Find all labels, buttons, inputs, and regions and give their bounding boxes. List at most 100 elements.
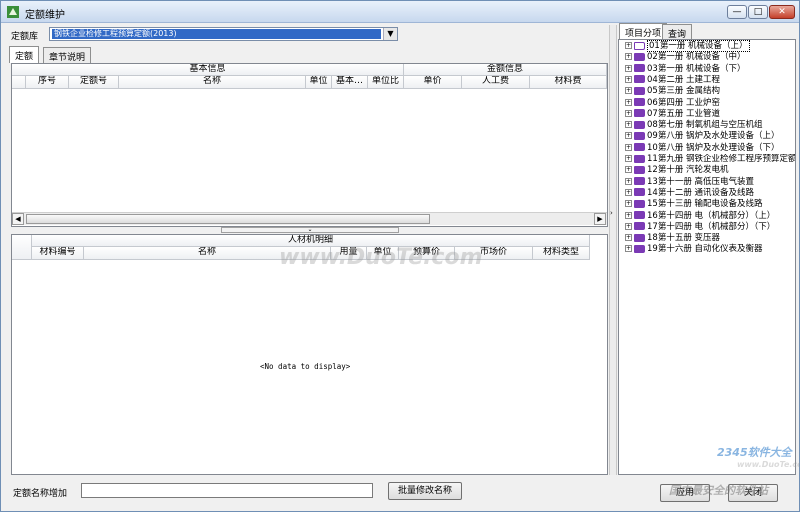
tree-item[interactable]: +12第十册 汽轮发电机 — [625, 165, 729, 176]
expand-icon[interactable]: + — [625, 53, 632, 61]
header-group-amount: 金额信息 — [404, 64, 607, 76]
tree-item[interactable]: +09第八册 锅炉及水处理设备（上） — [625, 131, 780, 142]
tree-item[interactable]: +03第一册 机械设备（下） — [625, 64, 746, 75]
column-header-quantity[interactable]: 用量 — [331, 247, 367, 260]
tab-query[interactable]: 查询 — [662, 24, 693, 40]
tree-item[interactable]: +07第五册 工业管道 — [625, 109, 720, 120]
tree-item[interactable]: +15第十三册 输配电设备及线路 — [625, 199, 763, 210]
tree-item[interactable]: +05第三册 金属结构 — [625, 86, 720, 97]
expand-icon[interactable]: + — [625, 188, 632, 196]
library-selected-value: 钢铁企业检修工程预算定额(2013) — [52, 29, 381, 39]
minimize-button[interactable]: — — [727, 5, 747, 19]
column-header-material-unit[interactable]: 单位 — [367, 247, 399, 260]
title-bar[interactable]: 定额维护 — □ ✕ — [1, 1, 799, 23]
quota-name-input[interactable] — [81, 483, 373, 498]
book-icon — [634, 188, 645, 197]
expand-icon[interactable]: + — [625, 75, 632, 83]
splitter-handle[interactable]: ⌄ — [221, 227, 399, 233]
book-icon — [634, 131, 645, 140]
close-button[interactable]: 关闭 — [728, 484, 778, 502]
expand-icon[interactable]: + — [625, 177, 632, 185]
expand-icon[interactable]: + — [625, 87, 632, 95]
tree-item[interactable]: +10第八册 锅炉及水处理设备（下） — [625, 143, 780, 154]
expand-icon[interactable]: + — [625, 109, 632, 117]
scroll-left-icon[interactable]: ◀ — [12, 213, 24, 225]
tab-project-items[interactable]: 项目分项 — [619, 23, 668, 40]
expand-icon[interactable]: + — [625, 64, 632, 72]
chevron-right-icon[interactable]: › — [610, 209, 613, 217]
book-icon — [634, 222, 645, 231]
column-header-name[interactable]: 名称 — [119, 76, 306, 89]
vertical-splitter[interactable]: › — [609, 25, 617, 475]
tab-chapter-notes[interactable]: 章节说明 — [43, 47, 92, 63]
expand-icon[interactable]: + — [625, 245, 632, 253]
expand-icon[interactable]: + — [625, 42, 632, 49]
apply-button[interactable]: 应用 — [660, 484, 710, 502]
column-header-price[interactable]: 单价 — [404, 76, 462, 89]
expand-icon[interactable]: + — [625, 121, 632, 129]
expand-icon[interactable]: + — [625, 211, 632, 219]
library-combobox[interactable]: 钢铁企业检修工程预算定额(2013) ▼ — [49, 27, 398, 41]
column-header-material-code[interactable]: 材料编号 — [32, 247, 84, 260]
tree-item[interactable]: +02第一册 机械设备（中） — [625, 52, 746, 63]
resource-detail-grid: 人材机明细 材料编号 名称 用量 单位 预算价 市场价 材料类型 — [11, 234, 608, 475]
tab-quota[interactable]: 定额 — [9, 46, 40, 63]
scroll-right-icon[interactable]: ▶ — [594, 213, 606, 225]
tree-item[interactable]: +19第十六册 自动化仪表及衡器 — [625, 244, 763, 255]
book-icon — [634, 86, 645, 95]
tree-item[interactable]: +11第九册 钢铁企业检修工程序预算定额 — [625, 154, 795, 165]
book-icon — [634, 75, 645, 84]
expand-icon[interactable]: + — [625, 143, 632, 151]
book-icon — [634, 177, 645, 186]
column-header-budget-price[interactable]: 预算价 — [399, 247, 455, 260]
tree-item[interactable]: +17第十四册 电（机械部分）（下） — [625, 222, 775, 233]
close-window-button[interactable]: ✕ — [769, 5, 795, 19]
library-label: 定额库 — [11, 32, 39, 42]
column-header-material-name[interactable]: 名称 — [84, 247, 331, 260]
book-icon — [634, 199, 645, 208]
expand-icon[interactable]: + — [625, 234, 632, 242]
column-header-unit-ratio[interactable]: 单位比 — [368, 76, 404, 89]
column-header-material-cost[interactable]: 材料费 — [530, 76, 607, 89]
book-icon — [634, 154, 645, 163]
expand-icon[interactable]: + — [625, 166, 632, 174]
tree-item[interactable]: +04第二册 土建工程 — [625, 75, 720, 86]
book-icon — [634, 98, 645, 106]
maximize-button[interactable]: □ — [748, 5, 768, 19]
book-icon — [634, 120, 645, 129]
batch-rename-button[interactable]: 批量修改名称 — [388, 482, 462, 500]
tree-item[interactable]: +13第十一册 高低压电气装置 — [625, 177, 754, 188]
tree-item[interactable]: +18第十五册 变压器 — [625, 233, 720, 244]
horizontal-scrollbar[interactable]: ◀ ▶ — [12, 212, 607, 225]
scrollbar-thumb[interactable] — [26, 214, 430, 224]
tree-item[interactable]: +08第七册 制氧机组与空压机组 — [625, 120, 763, 131]
empty-grid-message: <No data to display> — [260, 362, 351, 371]
expand-icon[interactable]: + — [625, 132, 632, 140]
tree-item[interactable]: +01第一册 机械设备（上） — [625, 40, 750, 52]
expand-icon[interactable]: + — [625, 222, 632, 230]
header-row-indicator — [12, 235, 32, 260]
expand-icon[interactable]: + — [625, 155, 632, 162]
book-icon — [634, 244, 645, 253]
column-header-unit[interactable]: 单位 — [306, 76, 332, 89]
column-header-market-price[interactable]: 市场价 — [455, 247, 533, 260]
book-icon — [634, 52, 645, 61]
window-title: 定额维护 — [25, 10, 65, 21]
header-group-resources: 人材机明细 — [32, 235, 590, 247]
column-header-material-type[interactable]: 材料类型 — [533, 247, 590, 260]
expand-icon[interactable]: + — [625, 98, 632, 106]
column-header-quota-no[interactable]: 定额号 — [69, 76, 119, 89]
tree-item[interactable]: +06第四册 工业炉窑 — [625, 98, 720, 109]
book-icon — [634, 64, 645, 73]
column-header-base[interactable]: 基本… — [332, 76, 368, 89]
chevron-down-icon[interactable]: ▼ — [383, 28, 397, 40]
column-header-seq[interactable]: 序号 — [26, 76, 69, 89]
tree-item[interactable]: +16第十四册 电（机械部分）（上） — [625, 211, 775, 222]
expand-icon[interactable]: + — [625, 200, 632, 208]
header-group-basic: 基本信息 — [12, 64, 404, 76]
column-header-labor-cost[interactable]: 人工费 — [462, 76, 530, 89]
app-icon — [7, 6, 19, 18]
quota-grid: 基本信息 金额信息 序号 定额号 名称 单位 基本… 单位比 单价 人工费 材料… — [11, 63, 608, 227]
tree-item[interactable]: +14第十二册 通讯设备及线路 — [625, 188, 754, 199]
book-icon — [634, 143, 645, 152]
